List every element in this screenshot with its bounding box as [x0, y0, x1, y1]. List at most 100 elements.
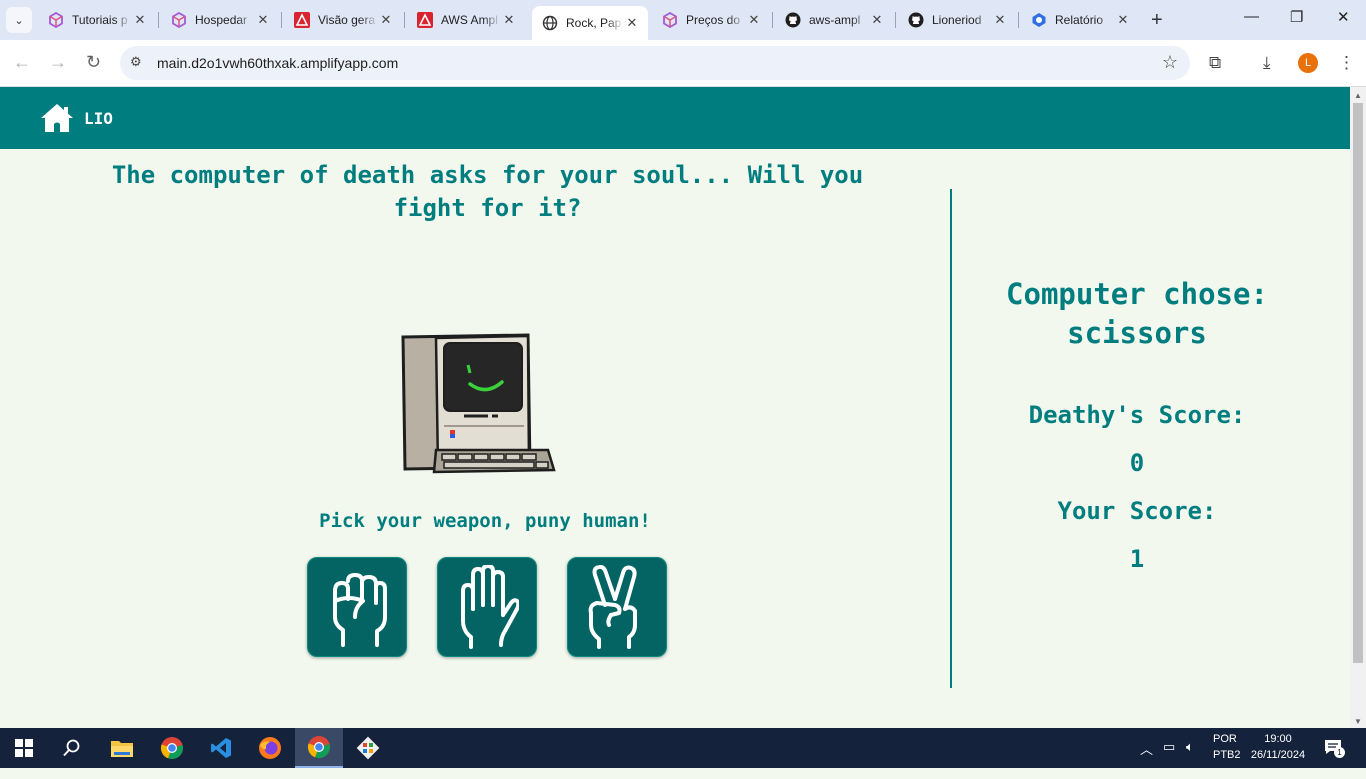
bookmark-star-icon[interactable]: ☆: [1162, 52, 1178, 73]
keyboard-layout: PTB2: [1213, 749, 1241, 761]
close-window-icon[interactable]: ✕: [1337, 8, 1350, 26]
tab-title: Visão gera: [318, 13, 376, 27]
search-icon[interactable]: [48, 728, 96, 768]
github-icon: [908, 12, 924, 28]
windows-start-icon[interactable]: [0, 728, 48, 768]
new-tab-button[interactable]: +: [1151, 10, 1163, 30]
close-icon[interactable]: ✕: [869, 12, 885, 28]
tab-title: aws-ampl: [809, 13, 861, 27]
close-icon[interactable]: ✕: [132, 12, 148, 28]
tab-separator: [404, 12, 405, 28]
tab-title: Relatório: [1055, 13, 1104, 27]
chevron-up-icon[interactable]: ︿: [1140, 739, 1153, 779]
amplify-cube-icon: [662, 12, 678, 28]
home-icon[interactable]: [40, 103, 74, 133]
reload-icon[interactable]: ↻: [86, 52, 101, 73]
windows-taskbar: ︿ ▭ 🔈︎ POR PTB2 19:00 26/11/2024 1: [0, 728, 1366, 768]
download-icon[interactable]: ⤓: [1263, 53, 1271, 73]
tab-separator: [281, 12, 282, 28]
clock-date: 26/11/2024: [1250, 749, 1306, 761]
your-score-value: 1: [1129, 545, 1145, 573]
clock[interactable]: 19:00 26/11/2024: [1248, 733, 1308, 773]
deathy-score-value: 0: [1129, 449, 1145, 477]
profile-avatar[interactable]: L: [1298, 53, 1318, 73]
extensions-icon[interactable]: ⧉: [1209, 53, 1221, 73]
tab-6[interactable]: aws-ampl ✕: [775, 6, 893, 34]
address-bar[interactable]: ⚙ main.d2o1vwh60thxak.amplifyapp.com ☆: [120, 46, 1190, 80]
restore-icon[interactable]: ❐: [1290, 8, 1303, 26]
scrollbar-thumb[interactable]: [1353, 103, 1363, 663]
file-explorer-icon[interactable]: [98, 728, 146, 768]
tab-title: Hospedar: [195, 13, 248, 27]
site-settings-icon[interactable]: ⚙: [130, 54, 142, 70]
volume-icon[interactable]: 🔈︎: [1186, 739, 1194, 779]
aws-amplify-icon: [417, 12, 433, 28]
computer-choice-value: scissors: [1067, 316, 1207, 350]
chrome-icon[interactable]: [295, 728, 343, 768]
close-icon[interactable]: ✕: [378, 12, 394, 28]
tab-4[interactable]: Rock, Pap ✕: [532, 6, 648, 40]
vertical-scrollbar[interactable]: ▲ ▼: [1350, 87, 1366, 728]
tab-7[interactable]: Lioneriod ✕: [898, 6, 1016, 34]
tab-title: Lioneriod: [932, 13, 982, 27]
tab-1[interactable]: Hospedar ✕: [161, 6, 279, 34]
close-icon[interactable]: ✕: [992, 12, 1008, 28]
app-header: LIO: [0, 87, 1350, 149]
close-icon[interactable]: ✕: [501, 12, 517, 28]
tab-separator: [1018, 12, 1019, 28]
vscode-icon[interactable]: [197, 728, 245, 768]
firefox-icon[interactable]: [246, 728, 294, 768]
close-icon[interactable]: ✕: [746, 12, 762, 28]
notifications-icon[interactable]: 1: [1324, 738, 1345, 778]
globe-icon: [542, 15, 558, 31]
github-icon: [785, 12, 801, 28]
rock-button[interactable]: [307, 557, 407, 657]
menu-kebab-icon[interactable]: ⋮: [1338, 53, 1355, 73]
chrome-icon[interactable]: [148, 728, 196, 768]
tab-strip: ⌄ Tutoriais p ✕ Hospedar ✕ Visão gera ✕ …: [0, 0, 1366, 40]
aws-amplify-icon: [294, 12, 310, 28]
clock-time: 19:00: [1264, 733, 1292, 745]
tab-8[interactable]: Relatório ✕: [1021, 6, 1139, 34]
open-hand-icon: [461, 565, 519, 649]
back-icon[interactable]: ←: [13, 52, 31, 73]
git-icon[interactable]: [344, 728, 392, 768]
fist-icon: [333, 573, 387, 647]
tab-title: Tutoriais p: [72, 13, 128, 27]
paper-button[interactable]: [437, 557, 537, 657]
tab-title: Preços do: [686, 13, 741, 27]
scroll-up-icon[interactable]: ▲: [1354, 91, 1362, 100]
language-indicator[interactable]: POR PTB2: [1213, 733, 1241, 773]
computer-chose-label: Computer chose:: [1006, 277, 1268, 311]
tab-title: AWS Ampl: [441, 13, 498, 27]
report-icon: [1031, 12, 1047, 28]
browser-toolbar: ← → ↻ ⚙ main.d2o1vwh60thxak.amplifyapp.c…: [0, 40, 1366, 87]
tab-5[interactable]: Preços do ✕: [652, 6, 770, 34]
your-score-label: Your Score:: [1057, 497, 1217, 525]
amplify-cube-icon: [171, 12, 187, 28]
tab-2[interactable]: Visão gera ✕: [284, 6, 402, 34]
minimize-icon[interactable]: —: [1244, 8, 1259, 25]
url-text[interactable]: main.d2o1vwh60thxak.amplifyapp.com: [157, 55, 398, 71]
close-icon[interactable]: ✕: [624, 15, 640, 31]
scissors-button[interactable]: [567, 557, 667, 657]
notification-count: 1: [1334, 747, 1345, 758]
section-divider: [950, 189, 952, 688]
forward-icon[interactable]: →: [49, 52, 67, 73]
tab-separator: [158, 12, 159, 28]
computer-illustration: [401, 333, 556, 474]
page-viewport: LIO The computer of death asks for your …: [0, 87, 1350, 728]
scroll-down-icon[interactable]: ▼: [1354, 717, 1362, 726]
network-icon[interactable]: ▭: [1163, 739, 1175, 779]
brand-name[interactable]: LIO: [84, 109, 113, 128]
pick-weapon-prompt: Pick your weapon, puny human!: [319, 510, 651, 532]
tab-search-button[interactable]: ⌄: [6, 7, 32, 33]
close-icon[interactable]: ✕: [1115, 12, 1131, 28]
amplify-cube-icon: [48, 12, 64, 28]
tab-0[interactable]: Tutoriais p ✕: [38, 6, 156, 34]
tab-separator: [895, 12, 896, 28]
tab-title: Rock, Pap: [566, 16, 622, 30]
close-icon[interactable]: ✕: [255, 12, 271, 28]
tab-3[interactable]: AWS Ampl ✕: [407, 6, 525, 34]
tab-separator: [772, 12, 773, 28]
